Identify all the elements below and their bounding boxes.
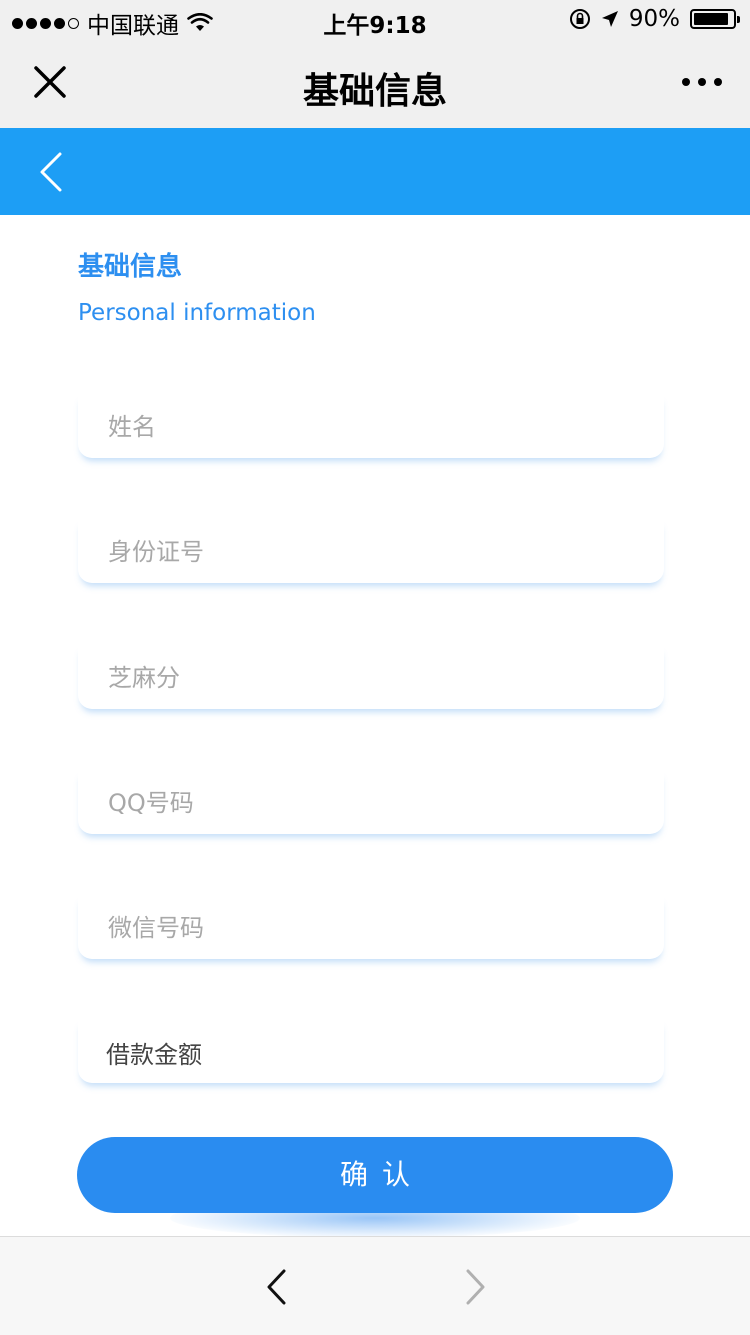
id-number-field[interactable] [78, 519, 664, 583]
status-bar: 中国联通 上午9:18 90% [0, 0, 750, 40]
name-input[interactable] [106, 406, 650, 448]
chevron-left-icon[interactable] [34, 148, 68, 196]
loan-amount-label[interactable]: 借款金额 [106, 1035, 202, 1070]
bottom-nav-bar [0, 1236, 750, 1335]
location-arrow-icon [601, 11, 618, 27]
blue-header [0, 128, 750, 215]
battery-fill [694, 13, 729, 25]
sesame-score-input[interactable] [106, 657, 650, 699]
wechat-number-field[interactable] [78, 895, 664, 959]
more-dots-icon[interactable] [682, 78, 722, 86]
qq-number-field[interactable] [78, 770, 664, 834]
confirm-button[interactable]: 确认 [77, 1137, 673, 1213]
id-number-input[interactable] [106, 531, 650, 573]
wechat-number-input[interactable] [106, 907, 650, 949]
chevron-right-icon[interactable] [460, 1267, 490, 1307]
battery-percent: 90% [628, 6, 680, 32]
section-title: 基础信息 [78, 252, 183, 282]
page-title: 基础信息 [302, 71, 447, 112]
sesame-score-field[interactable] [78, 645, 664, 709]
loan-amount-field[interactable]: 借款金额 [78, 1019, 664, 1083]
title-bar: 基础信息 [0, 40, 750, 128]
battery-icon [690, 9, 740, 29]
status-right: 90% [569, 6, 740, 32]
qq-number-input[interactable] [106, 782, 650, 824]
section-subtitle: Personal information [78, 300, 316, 326]
orientation-lock-icon [569, 9, 590, 29]
name-field[interactable] [78, 394, 664, 458]
chevron-left-icon[interactable] [262, 1267, 292, 1307]
